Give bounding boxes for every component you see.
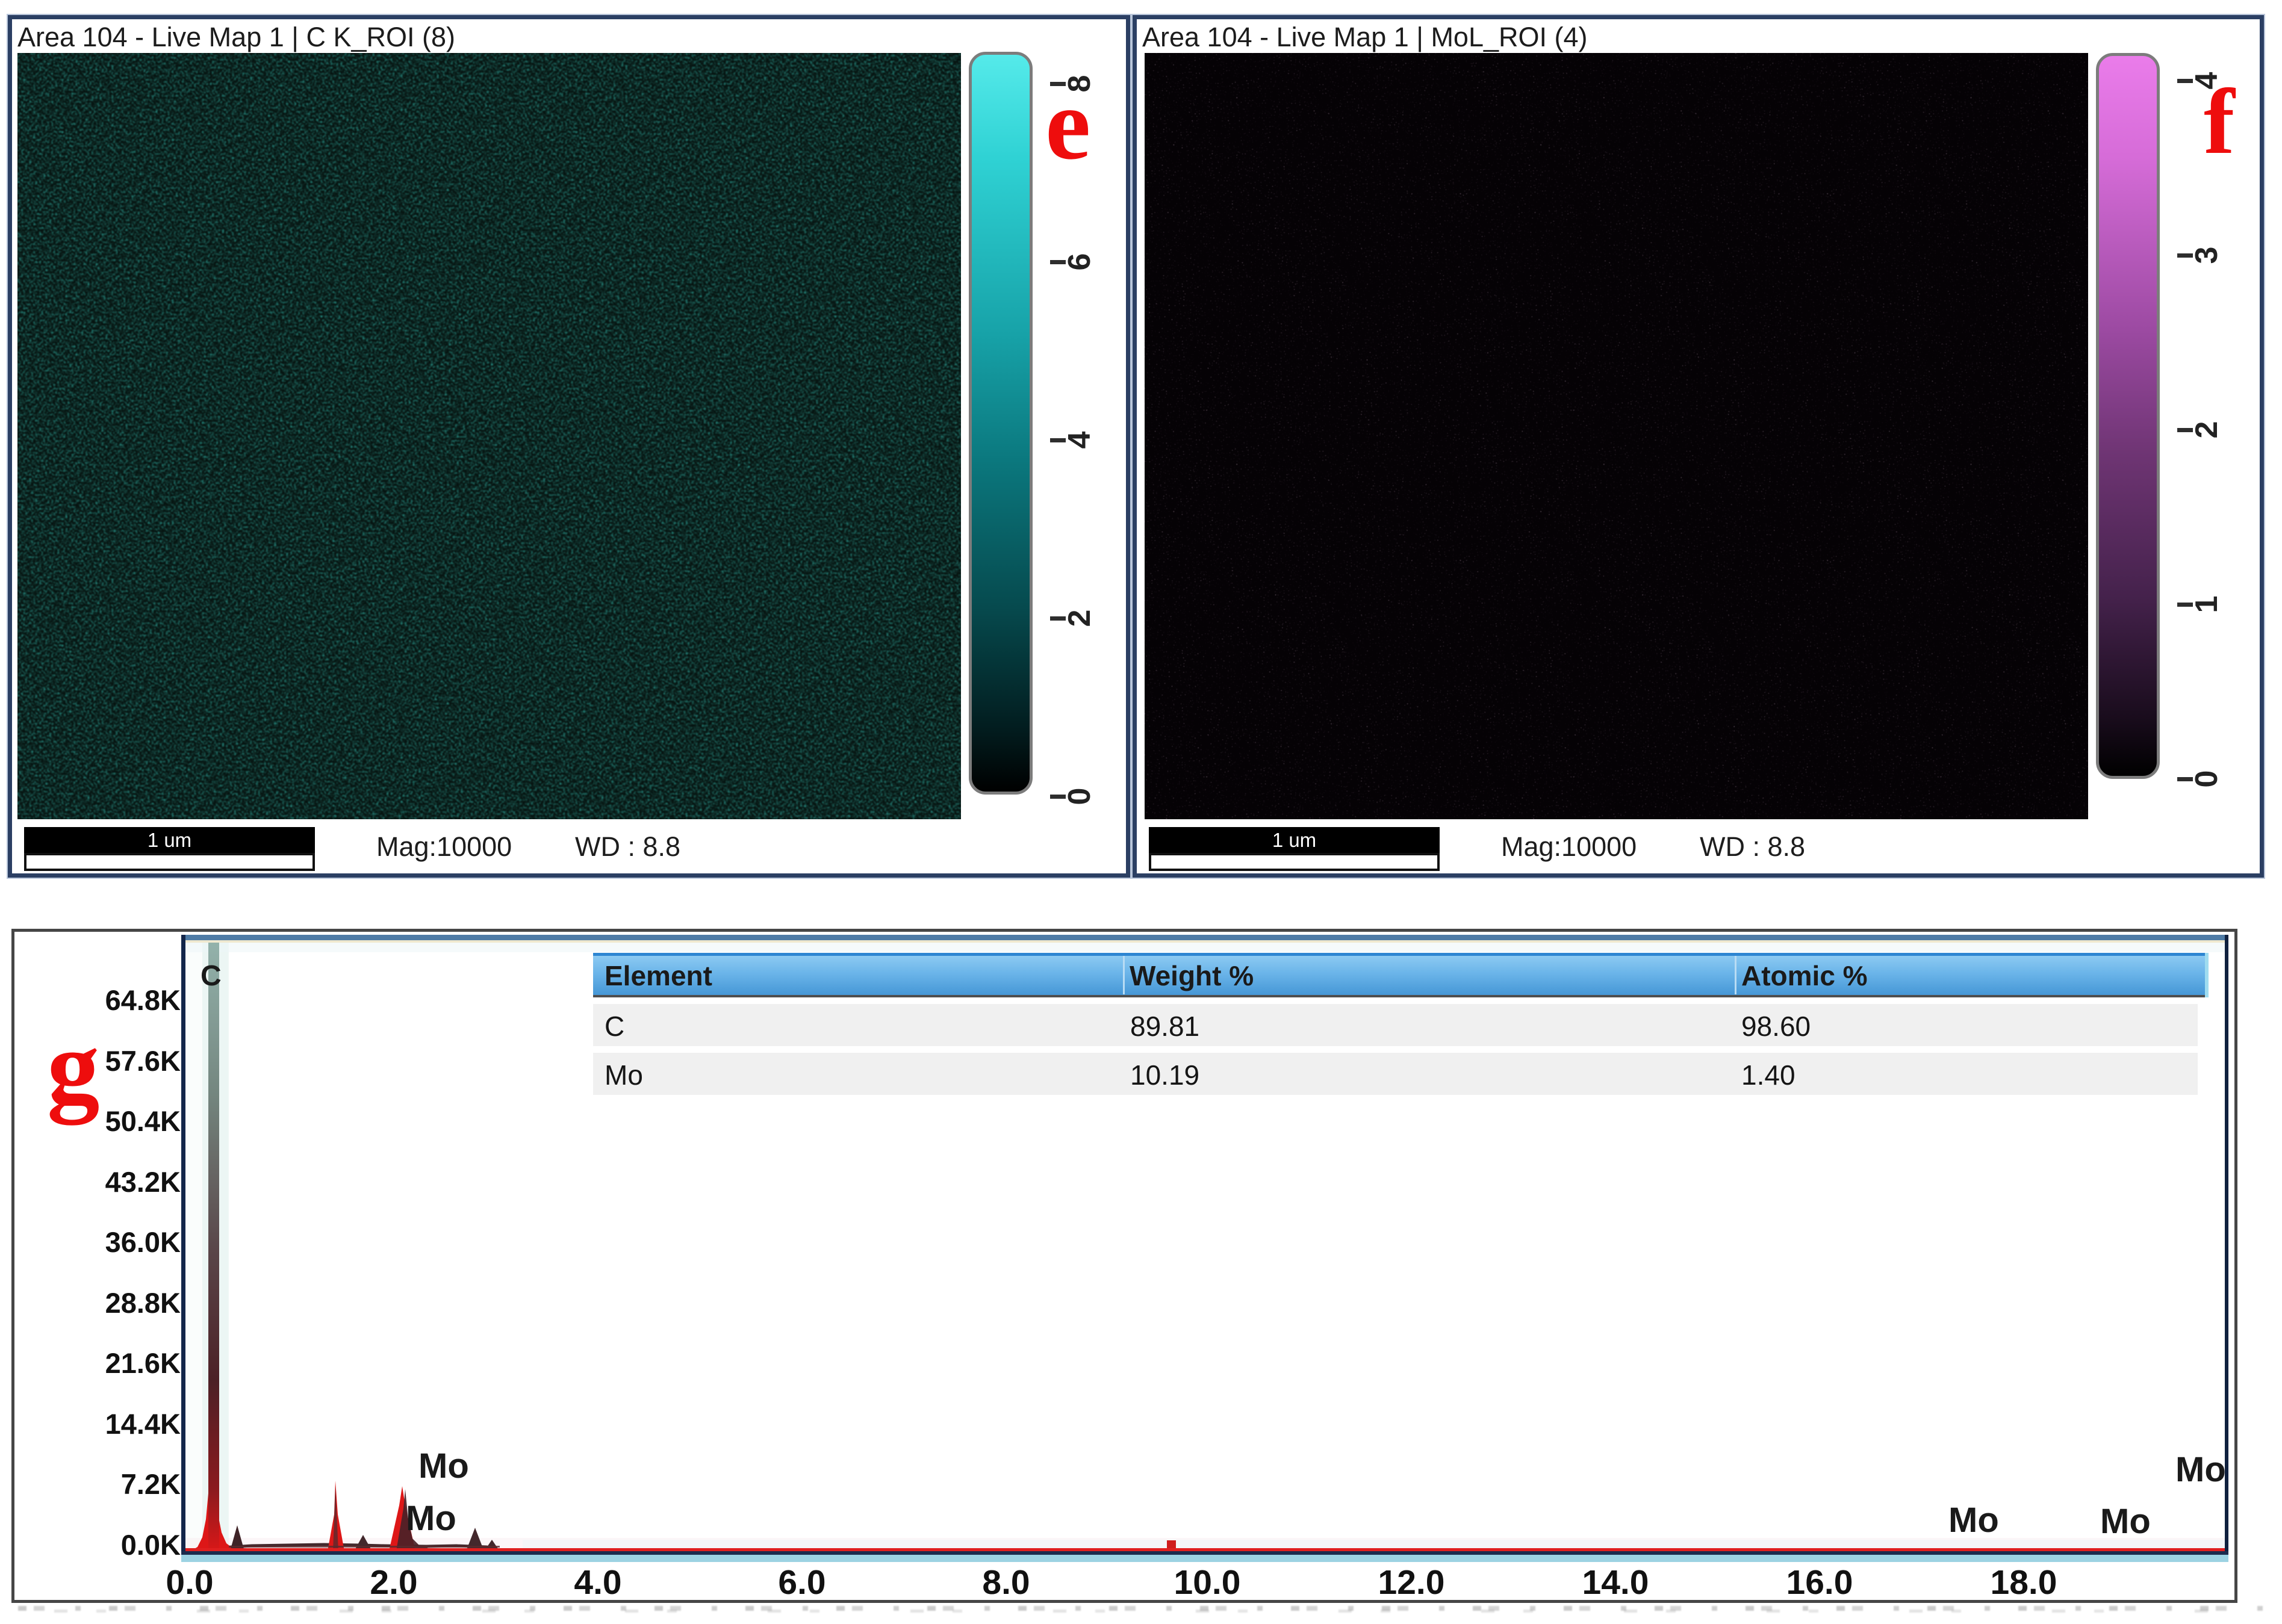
svg-text:Mo: Mo [2175,1450,2225,1489]
